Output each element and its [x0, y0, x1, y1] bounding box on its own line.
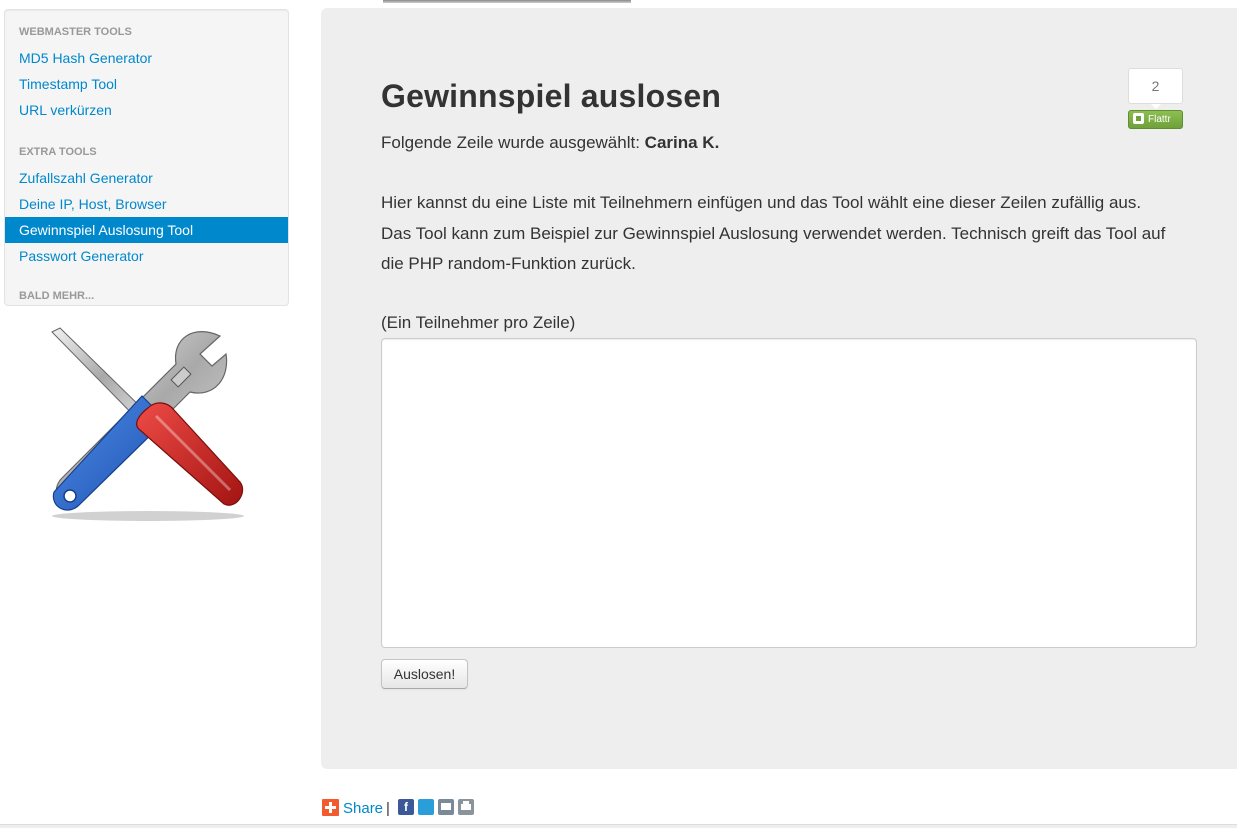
email-icon[interactable] — [438, 799, 454, 815]
nav-header-extra-tools: EXTRA TOOLS — [19, 146, 97, 158]
tool-description: Hier kannst du eine Liste mit Teilnehmer… — [381, 193, 1166, 273]
nav-header-webmaster-tools: WEBMASTER TOOLS — [19, 26, 132, 38]
print-icon[interactable] — [458, 799, 474, 815]
flattr-button-label: Flattr — [1148, 114, 1171, 125]
result-value: Carina K. — [644, 133, 720, 152]
share-link[interactable]: Share — [343, 800, 383, 818]
share-plus-icon[interactable] — [322, 799, 339, 816]
flattr-logo-icon — [1133, 113, 1144, 124]
sidebar-item-md5-hash-generator[interactable]: MD5 Hash Generator — [5, 45, 288, 71]
bottom-rule — [0, 824, 1237, 828]
flattr-count-badge: 2 — [1128, 68, 1183, 109]
nav-header-bald-mehr: BALD MEHR... — [19, 290, 95, 302]
sidebar-item-timestamp-tool[interactable]: Timestamp Tool — [5, 71, 288, 97]
page-title: Gewinnspiel auslosen — [381, 78, 722, 114]
participants-textarea[interactable] — [381, 338, 1197, 648]
share-separator: | — [386, 800, 390, 817]
sidebar-item-zufallszahl-generator[interactable]: Zufallszahl Generator — [5, 165, 288, 191]
top-shadow-strip — [383, 0, 631, 3]
sidebar-item-gewinnspiel-auslosung[interactable]: Gewinnspiel Auslosung Tool — [5, 217, 288, 243]
sidebar-item-url-verkuerzen[interactable]: URL verkürzen — [5, 97, 288, 123]
sidebar-item-passwort-generator[interactable]: Passwort Generator — [5, 243, 288, 269]
draw-button[interactable]: Auslosen! — [381, 659, 468, 689]
twitter-icon[interactable] — [418, 799, 434, 815]
participants-label: (Ein Teilnehmer pro Zeile) — [381, 313, 576, 332]
result-prefix: Folgende Zeile wurde ausgewählt: — [381, 133, 640, 152]
tools-illustration-icon — [51, 327, 244, 521]
sidebar-item-ip-host-browser[interactable]: Deine IP, Host, Browser — [5, 191, 288, 217]
sidebar-nav: WEBMASTER TOOLS MD5 Hash Generator Times… — [4, 9, 289, 306]
facebook-icon[interactable]: f — [398, 799, 414, 815]
result-line: Folgende Zeile wurde ausgewählt: Carina … — [381, 131, 719, 155]
flattr-button[interactable]: Flattr — [1128, 110, 1183, 129]
